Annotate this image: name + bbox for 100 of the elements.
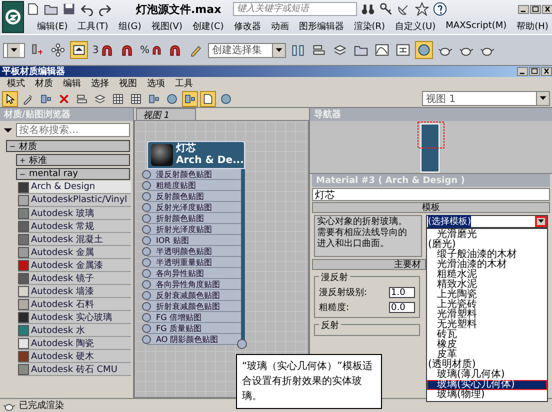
template-option[interactable]: (透明材质)	[427, 360, 547, 370]
material-list-item[interactable]: Autodesk 陶瓷	[18, 337, 131, 350]
minimize-button[interactable]	[517, 67, 528, 76]
layers-icon	[94, 92, 106, 104]
material-list-item[interactable]: Autodesk 硬木	[18, 350, 131, 363]
selection-set-dropdown[interactable]: 创建选择集	[208, 42, 286, 58]
node-layout-icon	[148, 92, 160, 104]
toolbar-button[interactable]: 3	[91, 41, 115, 59]
template-option[interactable]: (磨光)	[427, 240, 547, 250]
select-window-icon	[72, 43, 86, 57]
toolbar-button[interactable]	[415, 41, 433, 59]
toolbar-button[interactable]	[200, 90, 216, 106]
spinner-field[interactable]: 0.0	[389, 302, 415, 313]
mirror-icon	[291, 43, 305, 57]
menu-item[interactable]: 自定义(U)	[390, 20, 441, 32]
template-option[interactable]: 光滑磨光	[427, 230, 547, 240]
menu-item[interactable]: 视图	[114, 77, 142, 90]
close-button[interactable]	[542, 4, 552, 14]
menu-item[interactable]: 帮助(H)	[512, 20, 552, 32]
snap-magnet-icon	[120, 43, 134, 57]
material-list-item[interactable]: Autodesk 金属	[18, 246, 131, 259]
template-option[interactable]: 光滑塑料	[427, 310, 547, 320]
panel-title: 材质/贴图浏览器	[4, 108, 70, 121]
menu-item[interactable]: 模式	[2, 77, 30, 90]
search-field[interactable]: 按名称搜索...	[16, 123, 130, 137]
material-name-field[interactable]: 灯芯	[312, 188, 550, 201]
template-option[interactable]: 皮革	[427, 350, 547, 360]
template-option[interactable]: 无光塑料	[427, 320, 547, 330]
node-header[interactable]: 灯芯 Arch & De...	[147, 141, 245, 169]
node-layout-icon	[184, 92, 196, 104]
menu-item[interactable]: 材质	[30, 77, 58, 90]
navigator-preview-drawing[interactable]	[417, 121, 445, 173]
template-option[interactable]: 玻璃(薄几何体)	[427, 370, 547, 380]
maximize-button[interactable]	[530, 4, 542, 14]
group-header[interactable]: 材质	[6, 140, 130, 152]
app-logo[interactable]	[2, 1, 24, 33]
group-header[interactable]: 标准	[16, 154, 130, 166]
search-field[interactable]: 键入关键字或短语	[233, 2, 358, 16]
menu-item[interactable]: 创建(C)	[187, 20, 229, 32]
material-list-item[interactable]: Autodesk 金属漆	[18, 259, 131, 272]
close-button[interactable]	[541, 67, 552, 76]
template-dropdown[interactable]: (选择模板)	[426, 215, 548, 228]
template-option[interactable]: 光滑油漆的木材	[427, 260, 547, 270]
template-option[interactable]: 上光陶瓷	[427, 290, 547, 300]
material-list-item[interactable]: Arch & Design	[18, 181, 131, 194]
toolbar-button[interactable]	[182, 90, 198, 106]
menu-item[interactable]: 修改器	[228, 20, 266, 32]
template-description: 实心对象的折射玻璃。需要有相应法线导向的进入和出口曲面。	[314, 215, 422, 257]
snap-magnet-icon	[168, 43, 182, 57]
template-option[interactable]: 缎子般油漆的木材	[427, 250, 547, 260]
menu-item[interactable]: 编辑	[58, 77, 86, 90]
menu-item[interactable]: 渲染(R)	[348, 20, 390, 32]
toolbar-button[interactable]	[49, 41, 67, 59]
material-list-item[interactable]: Autodesk 镜子	[18, 272, 131, 285]
minimize-button[interactable]	[518, 4, 530, 14]
filter-dropdown[interactable]	[3, 42, 25, 58]
star-icon	[415, 2, 430, 16]
key-icon	[379, 2, 394, 16]
save-icon	[62, 2, 76, 16]
template-option[interactable]: 上光瓷砖	[427, 300, 547, 310]
menu-item[interactable]: 选择	[86, 77, 114, 90]
rollout-header[interactable]: 主要材	[312, 259, 426, 270]
maximize-button[interactable]	[529, 67, 540, 76]
template-option[interactable]: 玻璃(物理)	[427, 390, 547, 400]
menu-item[interactable]: 组(G)	[113, 20, 146, 32]
template-option[interactable]: 橡皮	[427, 340, 547, 350]
view-tab[interactable]: 视图 1	[136, 108, 196, 120]
template-option[interactable]: 粗糙水泥	[427, 270, 547, 280]
view-dropdown[interactable]: 视图 1	[422, 91, 550, 106]
panel-title: 导航器	[314, 108, 341, 121]
delete-icon	[58, 92, 70, 104]
material-list-item[interactable]: Autodesk 墙漆	[18, 285, 131, 298]
snap-magnet-icon	[150, 43, 162, 57]
material-list-item[interactable]: Autodesk 水	[18, 324, 131, 337]
menu-item[interactable]: 图形编辑器	[294, 20, 349, 32]
material-sphere-icon	[166, 92, 178, 104]
output-socket[interactable]	[237, 339, 247, 349]
menu-item[interactable]: 工具(T)	[72, 20, 114, 32]
material-list-item[interactable]: Autodesk 实心玻璃	[18, 311, 131, 324]
menu-item[interactable]: 编辑(E)	[32, 20, 73, 32]
menu-item[interactable]: 工具	[170, 77, 198, 90]
template-option[interactable]: 砖瓦	[427, 330, 547, 340]
material-list-item[interactable]: Autodesk 砖石 CMU	[18, 363, 131, 376]
menu-item[interactable]: 选项	[142, 77, 170, 90]
spinner-field[interactable]: 1.0	[389, 287, 415, 298]
toolbar-button[interactable]	[70, 41, 88, 59]
material-list-item[interactable]: Autodesk 混凝土	[18, 233, 131, 246]
menu-item[interactable]: 视图(V)	[146, 20, 188, 32]
material-list-item[interactable]: Autodesk 常规	[18, 220, 131, 233]
rollout-header[interactable]: 模板	[312, 202, 550, 213]
group-header[interactable]: mental ray	[16, 168, 130, 180]
template-option[interactable]: 精致水泥	[427, 280, 547, 290]
menu-item[interactable]: MAXScript(M)	[440, 21, 512, 31]
expand-icon	[19, 156, 26, 164]
material-list-item[interactable]: AutodeskPlastic/Vinyl	[18, 194, 131, 207]
material-list-item[interactable]: Autodesk 石料	[18, 298, 131, 311]
toolbar-button[interactable]	[2, 90, 18, 106]
material-list-item[interactable]: Autodesk 玻璃	[18, 207, 131, 220]
menu-item[interactable]: 动画	[266, 20, 294, 32]
toolbar-button[interactable]: %	[139, 41, 163, 59]
